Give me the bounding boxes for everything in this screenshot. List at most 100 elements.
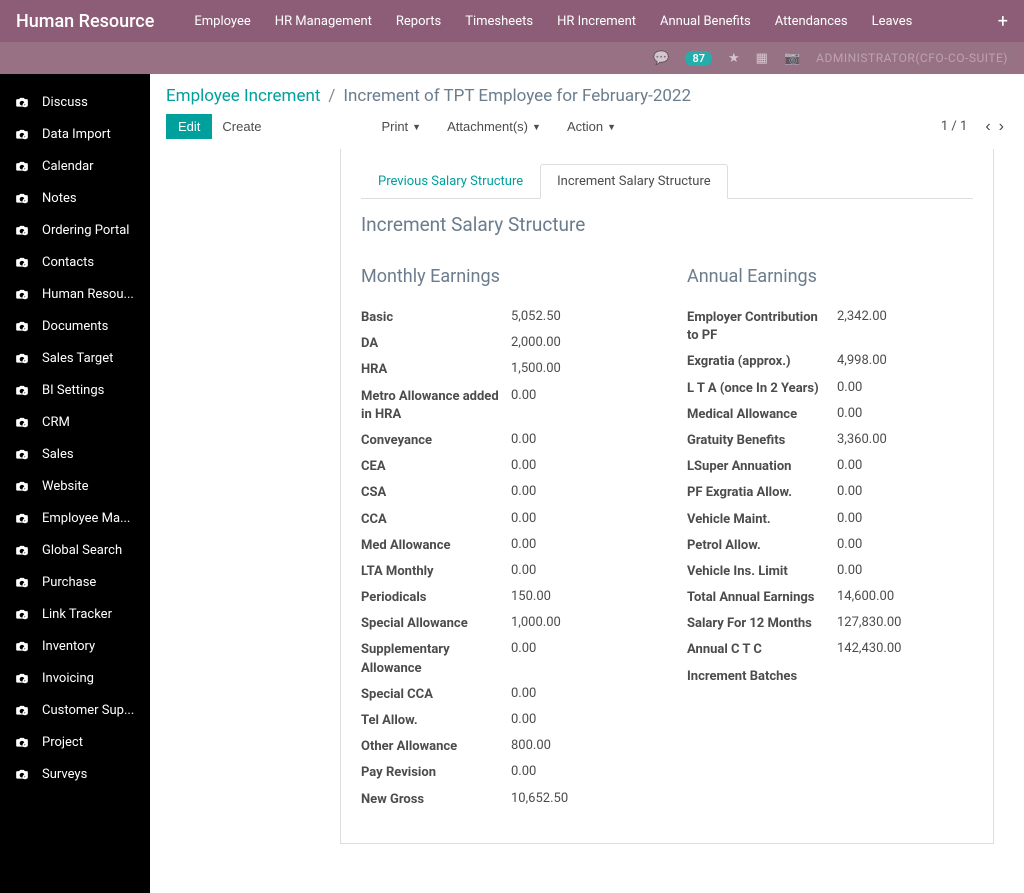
field-label: Conveyance (361, 432, 511, 450)
sidebar-item[interactable]: +Purchase (0, 566, 150, 598)
app-icon: + (12, 542, 32, 558)
svg-text:+: + (24, 711, 26, 715)
field-label: DA (361, 335, 511, 353)
next-page-button[interactable]: › (995, 118, 1008, 136)
sidebar-item[interactable]: +Ordering Portal (0, 214, 150, 246)
menu-reports[interactable]: Reports (396, 14, 441, 29)
sidebar-item[interactable]: +Global Search (0, 534, 150, 566)
field-row: L T A (once In 2 Years)0.00 (687, 376, 973, 402)
field-row: LTA Monthly0.00 (361, 559, 647, 585)
topbar: Human Resource Employee HR Management Re… (0, 0, 1024, 42)
toolbar: Edit Create Print▼ Attachment(s)▼ Action… (150, 114, 1024, 149)
svg-text:+: + (24, 103, 26, 107)
sidebar-item[interactable]: +Invoicing (0, 662, 150, 694)
menu-attendances[interactable]: Attendances (775, 14, 848, 29)
app-icon: + (12, 606, 32, 622)
notification-badge[interactable]: 87 (685, 51, 712, 66)
edit-button[interactable]: Edit (166, 114, 212, 139)
sidebar-item[interactable]: + Data Import (0, 118, 150, 150)
field-label: Vehicle Ins. Limit (687, 563, 837, 581)
menu-employee[interactable]: Employee (194, 14, 250, 29)
field-label: Other Allowance (361, 738, 511, 756)
app-icon: + (12, 158, 32, 174)
sidebar-item-label: BI Settings (42, 383, 104, 398)
field-value: 0.00 (511, 484, 536, 499)
field-row: Annual C T C142,430.00 (687, 637, 973, 663)
sidebar-item[interactable]: +BI Settings (0, 374, 150, 406)
sidebar-item[interactable]: +Surveys (0, 758, 150, 790)
field-label: Supplementary Allowance (361, 641, 511, 677)
monthly-title: Monthly Earnings (361, 266, 647, 287)
field-row: LSuper Annuation0.00 (687, 454, 973, 480)
sidebar-item[interactable]: +Discuss (0, 86, 150, 118)
field-label: L T A (once In 2 Years) (687, 380, 837, 398)
action-dropdown[interactable]: Action▼ (567, 119, 616, 134)
sidebar-item[interactable]: + Customer Sup... (0, 694, 150, 726)
sidebar-item[interactable]: +CRM (0, 406, 150, 438)
print-dropdown[interactable]: Print▼ (381, 119, 421, 134)
field-value: 150.00 (511, 589, 551, 604)
field-row: Salary For 12 Months127,830.00 (687, 611, 973, 637)
grid-icon[interactable]: ▦ (756, 51, 768, 66)
sidebar-item-label: Ordering Portal (42, 223, 129, 238)
field-row: Increment Batches (687, 664, 973, 690)
sidebar-item[interactable]: +Link Tracker (0, 598, 150, 630)
field-value: 0.00 (511, 712, 536, 727)
camera-icon[interactable]: 📷 (784, 51, 800, 66)
menu-hr-management[interactable]: HR Management (275, 14, 372, 29)
sidebar-item[interactable]: +Inventory (0, 630, 150, 662)
app-icon: + (12, 702, 32, 718)
sidebar-item[interactable]: +Documents (0, 310, 150, 342)
field-row: New Gross10,652.50 (361, 787, 647, 813)
sidebar-item[interactable]: +Website (0, 470, 150, 502)
svg-text:+: + (24, 455, 26, 459)
sidebar-item-label: Employee Ma... (42, 511, 130, 526)
sidebar-item[interactable]: +Notes (0, 182, 150, 214)
prev-page-button[interactable]: ‹ (981, 118, 994, 136)
sidebar-item-label: Surveys (42, 767, 87, 782)
field-label: New Gross (361, 791, 511, 809)
field-value: 0.00 (837, 511, 862, 526)
sidebar-item[interactable]: +Sales Target (0, 342, 150, 374)
sidebar-item-label: Documents (42, 319, 108, 334)
svg-text:+: + (24, 487, 26, 491)
sidebar-item[interactable]: +Project (0, 726, 150, 758)
svg-text:+: + (24, 135, 26, 139)
field-label: Exgratia (approx.) (687, 353, 837, 371)
menu-timesheets[interactable]: Timesheets (465, 14, 533, 29)
chat-icon[interactable]: 💬 (653, 51, 669, 66)
breadcrumb-link[interactable]: Employee Increment (166, 86, 320, 106)
sidebar-item[interactable]: +Human Resou... (0, 278, 150, 310)
tab-increment-salary[interactable]: Increment Salary Structure (540, 164, 728, 199)
sidebar-item-label: Human Resou... (42, 287, 134, 302)
menu-leaves[interactable]: Leaves (872, 14, 913, 29)
field-row: Tel Allow.0.00 (361, 708, 647, 734)
field-value: 0.00 (511, 764, 536, 779)
sidebar-item-label: Data Import (42, 127, 111, 142)
field-row: Supplementary Allowance0.00 (361, 637, 647, 681)
field-label: Tel Allow. (361, 712, 511, 730)
field-value: 2,000.00 (511, 335, 561, 350)
field-row: Pay Revision0.00 (361, 760, 647, 786)
sidebar-item[interactable]: +Contacts (0, 246, 150, 278)
field-label: Metro Allowance added in HRA (361, 388, 511, 424)
app-icon: + (12, 446, 32, 462)
sidebar-item[interactable]: +Sales (0, 438, 150, 470)
attachments-dropdown[interactable]: Attachment(s)▼ (447, 119, 541, 134)
sidebar-item[interactable]: +Calendar (0, 150, 150, 182)
svg-text:+: + (24, 743, 26, 747)
sidebar-item[interactable]: +Employee Ma... (0, 502, 150, 534)
admin-label[interactable]: ADMINISTRATOR(CFO-CO-SUITE) (816, 51, 1008, 65)
field-value: 0.00 (511, 641, 536, 656)
menu-hr-increment[interactable]: HR Increment (557, 14, 636, 29)
sidebar-item-label: Invoicing (42, 671, 94, 686)
tab-previous-salary[interactable]: Previous Salary Structure (361, 164, 540, 199)
create-button[interactable]: Create (222, 119, 261, 134)
app-icon: + (12, 414, 32, 430)
sidebar-item-label: Customer Sup... (42, 703, 134, 718)
field-value: 4,998.00 (837, 353, 887, 368)
field-label: HRA (361, 361, 511, 379)
menu-annual-benefits[interactable]: Annual Benefits (660, 14, 751, 29)
star-icon[interactable]: ★ (728, 51, 740, 66)
add-menu-icon[interactable]: + (998, 11, 1008, 32)
